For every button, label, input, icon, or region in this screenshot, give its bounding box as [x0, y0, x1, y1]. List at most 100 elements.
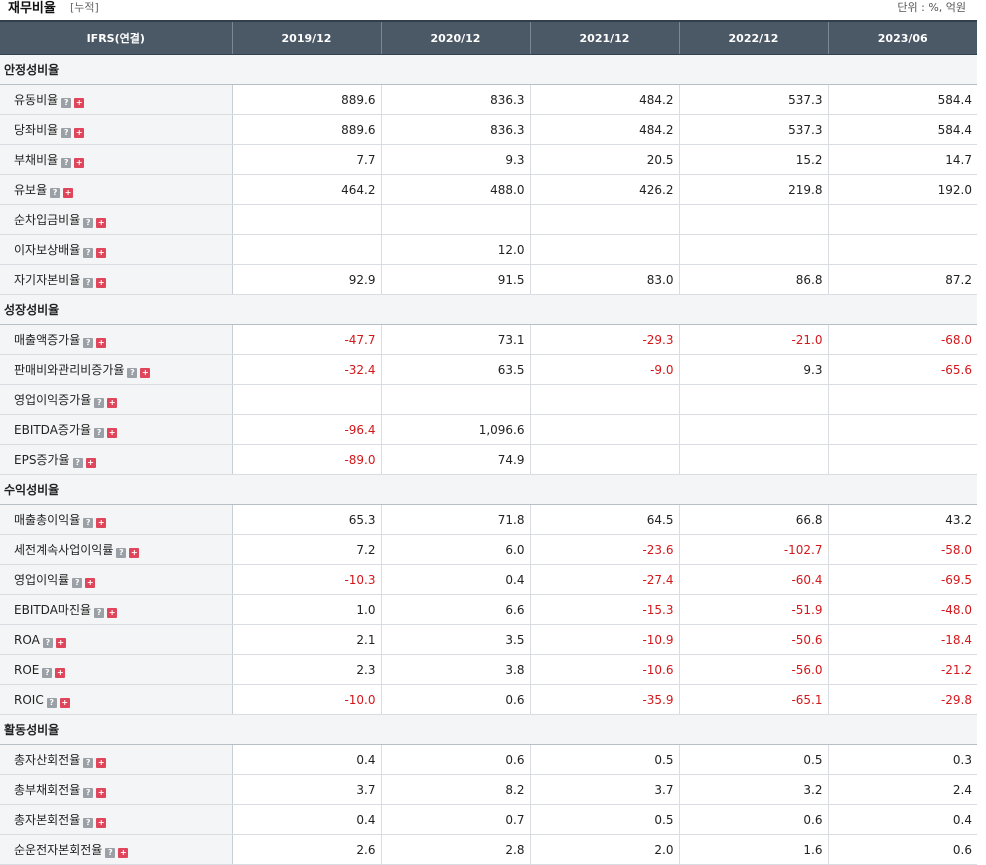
- value-cell: [232, 234, 382, 265]
- expand-icon[interactable]: +: [96, 338, 107, 348]
- value-cell: 64.5: [530, 504, 680, 535]
- section-title: 활동성비율: [0, 714, 977, 745]
- value-cell: [530, 414, 680, 445]
- value-cell: 65.3: [232, 504, 382, 535]
- row-label-cell: 총자본회전율? +: [0, 804, 233, 835]
- value-cell: [828, 384, 977, 415]
- expand-icon[interactable]: +: [96, 518, 107, 528]
- expand-icon[interactable]: +: [63, 188, 74, 198]
- expand-icon[interactable]: +: [96, 278, 107, 288]
- value-cell: -48.0: [828, 594, 977, 625]
- row-label: EPS증가율: [14, 453, 70, 467]
- expand-icon[interactable]: +: [74, 158, 85, 168]
- value-cell: 73.1: [381, 324, 531, 355]
- panel-header: 재무비율 [누적] 단위 : %, 억원: [0, 0, 986, 20]
- help-icon[interactable]: ?: [83, 788, 94, 798]
- row-label-cell: 매출총이익율? +: [0, 504, 233, 535]
- expand-icon[interactable]: +: [118, 848, 129, 858]
- help-icon[interactable]: ?: [72, 458, 83, 468]
- help-icon[interactable]: ?: [83, 518, 94, 528]
- help-icon[interactable]: ?: [83, 338, 94, 348]
- value-cell: [381, 384, 531, 415]
- value-cell: -23.6: [530, 534, 680, 565]
- help-icon[interactable]: ?: [61, 128, 72, 138]
- expand-icon[interactable]: +: [85, 458, 96, 468]
- help-icon[interactable]: ?: [50, 188, 61, 198]
- value-cell: -29.3: [530, 324, 680, 355]
- value-cell: 0.7: [381, 804, 531, 835]
- value-cell: [828, 444, 977, 475]
- row-label: 이자보상배율: [14, 243, 81, 257]
- row-label: ROIC: [14, 693, 44, 707]
- expand-icon[interactable]: +: [96, 248, 107, 258]
- expand-icon[interactable]: +: [96, 818, 107, 828]
- value-cell: -35.9: [530, 684, 680, 715]
- expand-icon[interactable]: +: [96, 758, 107, 768]
- row-label: 판매비와관리비증가율: [14, 363, 125, 377]
- value-cell: 15.2: [679, 144, 829, 175]
- row-label-cell: 유동비율? +: [0, 84, 233, 115]
- expand-icon[interactable]: +: [74, 98, 85, 108]
- value-cell: 6.0: [381, 534, 531, 565]
- help-icon[interactable]: ?: [61, 158, 72, 168]
- expand-icon[interactable]: +: [74, 128, 85, 138]
- expand-icon[interactable]: +: [85, 578, 96, 588]
- help-icon[interactable]: ?: [42, 638, 53, 648]
- expand-icon[interactable]: +: [140, 368, 151, 378]
- help-icon[interactable]: ?: [83, 758, 94, 768]
- value-cell: 889.6: [232, 114, 382, 145]
- value-cell: 87.2: [828, 264, 977, 295]
- help-icon[interactable]: ?: [42, 668, 53, 678]
- help-icon[interactable]: ?: [72, 578, 83, 588]
- value-cell: 584.4: [828, 84, 977, 115]
- value-cell: -47.7: [232, 324, 382, 355]
- row-label-cell: 순차입금비율? +: [0, 204, 233, 235]
- expand-icon[interactable]: +: [55, 638, 66, 648]
- value-cell: -96.4: [232, 414, 382, 445]
- table-row: 영업이익증가율? +: [0, 384, 977, 415]
- table-row: 부채비율? +7.7 9.3 20.5 15.2 14.7: [0, 144, 977, 175]
- table-row: 유동비율? +889.6 836.3 484.2 537.3 584.4: [0, 84, 977, 115]
- row-label: 순운전자본회전율: [14, 843, 103, 857]
- help-icon[interactable]: ?: [94, 398, 105, 408]
- expand-icon[interactable]: +: [107, 428, 118, 438]
- value-cell: 86.8: [679, 264, 829, 295]
- value-cell: 0.5: [679, 744, 829, 775]
- value-cell: 0.6: [381, 684, 531, 715]
- value-cell: 14.7: [828, 144, 977, 175]
- help-icon[interactable]: ?: [61, 98, 72, 108]
- table-row: 순운전자본회전율? +2.6 2.8 2.0 1.6 0.6: [0, 834, 977, 865]
- value-cell: 6.6: [381, 594, 531, 625]
- help-icon[interactable]: ?: [83, 248, 94, 258]
- help-icon[interactable]: ?: [94, 608, 105, 618]
- value-cell: [530, 234, 680, 265]
- expand-icon[interactable]: +: [107, 398, 118, 408]
- help-icon[interactable]: ?: [105, 848, 116, 858]
- value-cell: 7.2: [232, 534, 382, 565]
- help-icon[interactable]: ?: [127, 368, 138, 378]
- help-icon[interactable]: ?: [116, 548, 127, 558]
- financial-ratio-table: IFRS(연결) 2019/12 2020/12 2021/12 2022/12…: [0, 20, 977, 865]
- expand-icon[interactable]: +: [96, 788, 107, 798]
- help-icon[interactable]: ?: [46, 698, 57, 708]
- expand-icon[interactable]: +: [129, 548, 140, 558]
- row-label-cell: 이자보상배율? +: [0, 234, 233, 265]
- value-cell: 92.9: [232, 264, 382, 295]
- header-row: IFRS(연결) 2019/12 2020/12 2021/12 2022/12…: [0, 20, 977, 55]
- value-cell: 43.2: [828, 504, 977, 535]
- value-cell: 12.0: [381, 234, 531, 265]
- expand-icon[interactable]: +: [59, 698, 70, 708]
- help-icon[interactable]: ?: [94, 428, 105, 438]
- help-icon[interactable]: ?: [83, 218, 94, 228]
- value-cell: [232, 204, 382, 235]
- value-cell: 20.5: [530, 144, 680, 175]
- expand-icon[interactable]: +: [55, 668, 66, 678]
- value-cell: -21.0: [679, 324, 829, 355]
- row-label-cell: 순운전자본회전율? +: [0, 834, 233, 865]
- table-row: 총자산회전율? +0.4 0.6 0.5 0.5 0.3: [0, 744, 977, 775]
- row-label-cell: 총자산회전율? +: [0, 744, 233, 775]
- help-icon[interactable]: ?: [83, 818, 94, 828]
- expand-icon[interactable]: +: [96, 218, 107, 228]
- expand-icon[interactable]: +: [107, 608, 118, 618]
- help-icon[interactable]: ?: [83, 278, 94, 288]
